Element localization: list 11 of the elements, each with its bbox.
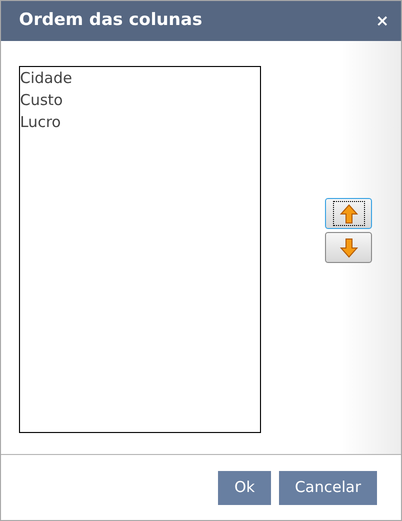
up-arrow-icon <box>338 204 358 224</box>
ok-button[interactable]: Ok <box>218 470 271 504</box>
cancel-button[interactable]: Cancelar <box>278 470 377 504</box>
down-arrow-icon <box>338 238 358 258</box>
close-button[interactable]: × <box>376 13 389 29</box>
move-up-button[interactable] <box>325 198 372 229</box>
list-item[interactable]: Lucro <box>20 111 61 133</box>
move-down-button[interactable] <box>325 232 372 263</box>
window-title: Ordem das colunas <box>19 9 202 32</box>
list-item[interactable]: Cidade <box>20 67 72 89</box>
list-item[interactable]: Custo <box>20 89 63 111</box>
